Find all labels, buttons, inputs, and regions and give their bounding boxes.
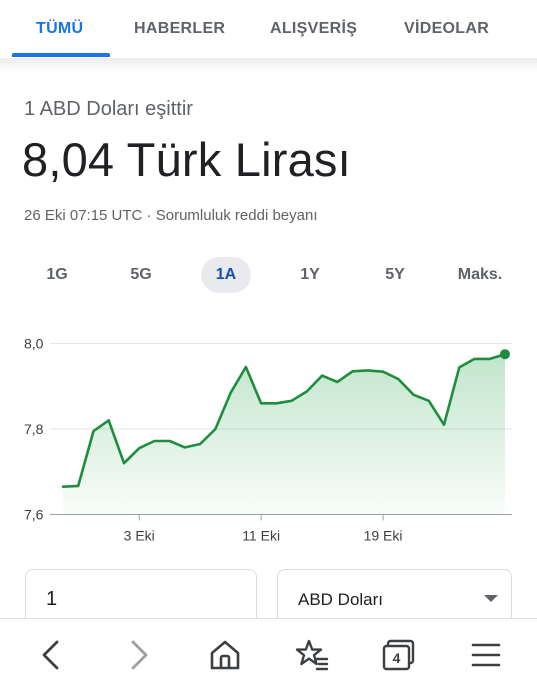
area-fill: [63, 354, 505, 515]
conversion-result: 8,04 Türk Lirası: [22, 133, 351, 186]
active-tab-indicator: [12, 53, 110, 57]
last-point-marker: [500, 349, 510, 360]
range-1y-button[interactable]: 1Y: [287, 257, 333, 293]
back-button[interactable]: [32, 635, 72, 675]
home-button[interactable]: [205, 635, 245, 675]
tab-videos[interactable]: VİDEOLAR: [404, 0, 489, 58]
forward-arrow-icon: [131, 640, 148, 670]
timestamp-line: 26 Eki 07:15 UTC · Sorumluluk reddi beya…: [24, 207, 318, 224]
x-tick-label: 11 Eki: [242, 528, 280, 544]
star-list-icon: [295, 639, 329, 671]
disclaimer-link[interactable]: Sorumluluk reddi beyanı: [156, 207, 318, 224]
range-max-button[interactable]: Maks.: [449, 257, 511, 293]
browser-bottom-nav: 4: [0, 618, 537, 690]
x-tick-label: 19 Eki: [364, 528, 403, 544]
tabs-count: 4: [393, 650, 401, 666]
y-tick-label: 7,8: [24, 421, 44, 437]
tab-all[interactable]: TÜMÜ: [36, 0, 83, 58]
x-tick-label: 3 Eki: [124, 528, 155, 544]
conversion-source-text: 1 ABD Doları eşittir: [24, 98, 193, 120]
currency-value: ABD Doları: [298, 590, 384, 609]
search-category-tabs: TÜMÜ HABERLER ALIŞVERİŞ VİDEOLAR: [0, 0, 537, 58]
home-icon: [210, 640, 240, 670]
tabs-button[interactable]: 4: [379, 635, 419, 675]
forward-button[interactable]: [118, 635, 158, 675]
y-tick-label: 8,0: [24, 336, 44, 352]
menu-button[interactable]: [466, 635, 506, 675]
tabs-icon: 4: [382, 639, 415, 671]
range-5y-button[interactable]: 5Y: [372, 257, 418, 293]
range-1d-button[interactable]: 1G: [34, 257, 80, 293]
y-tick-label: 7,6: [24, 507, 44, 523]
dropdown-caret-icon: [484, 595, 498, 602]
exchange-rate-chart[interactable]: 8,0 7,8 7,6 3 Eki 11 Eki 19 Eki: [0, 325, 537, 555]
bookmarks-button[interactable]: [292, 635, 332, 675]
timestamp: 26 Eki 07:15 UTC: [24, 207, 143, 224]
tab-shopping[interactable]: ALIŞVERİŞ: [270, 0, 357, 58]
separator-dot: ·: [142, 207, 156, 224]
range-1m-button[interactable]: 1A: [201, 257, 251, 293]
menu-icon: [471, 643, 501, 667]
range-5d-button[interactable]: 5G: [118, 257, 164, 293]
amount-value: 1: [46, 588, 58, 610]
tab-news[interactable]: HABERLER: [134, 0, 225, 58]
back-arrow-icon: [42, 640, 59, 670]
tabbar-shadow: [0, 58, 537, 72]
